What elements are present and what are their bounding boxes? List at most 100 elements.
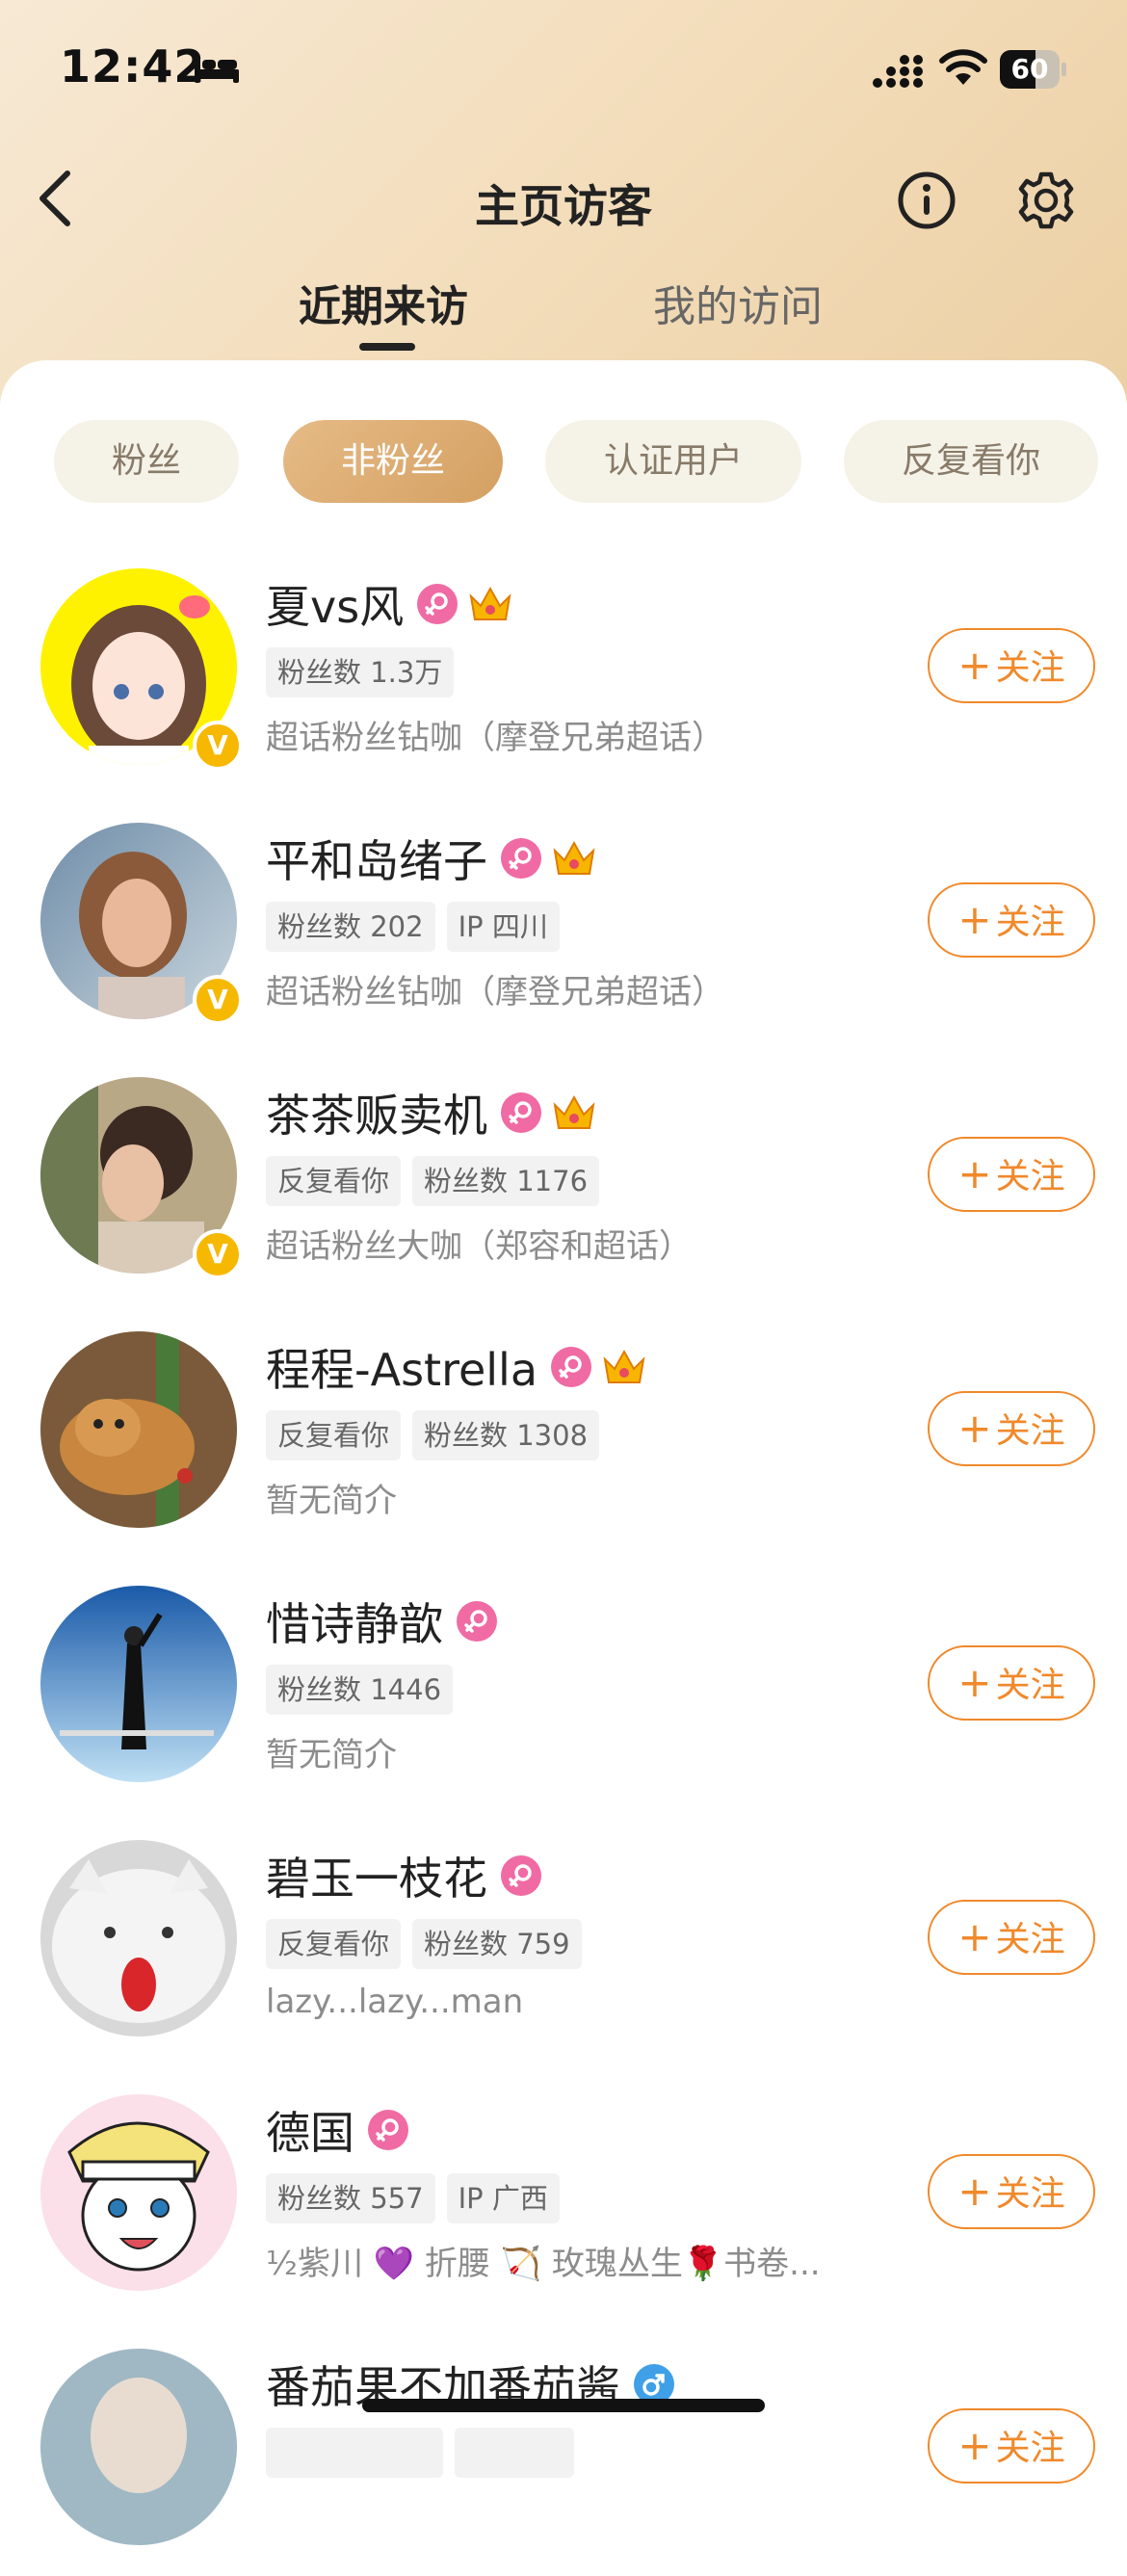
info-icon[interactable] bbox=[896, 170, 957, 231]
crown-icon bbox=[553, 1094, 595, 1129]
user-tag: 粉丝数 759 bbox=[412, 1919, 582, 1969]
name-row: 平和岛绪子 bbox=[266, 825, 597, 892]
female-icon bbox=[501, 1855, 541, 1896]
plus-icon: + bbox=[957, 1913, 992, 1960]
follow-button[interactable]: + 关注 bbox=[928, 2408, 1095, 2484]
tag-row: 反复看你 粉丝数 1176 bbox=[266, 1156, 611, 1206]
page-title: 主页访客 bbox=[475, 180, 652, 232]
list-item[interactable]: 碧玉一枝花 反复看你 粉丝数 759 lazy...lazy...man + 关注 bbox=[0, 1813, 1127, 2067]
female-icon bbox=[551, 1347, 592, 1387]
plus-icon: + bbox=[957, 1659, 992, 1706]
user-bio: 超话粉丝钻咖（摩登兄弟超话） bbox=[266, 719, 724, 757]
user-name[interactable]: 惜诗静歆 bbox=[266, 1590, 443, 1653]
avatar[interactable] bbox=[40, 1331, 237, 1528]
battery-icon: 60 bbox=[1000, 50, 1067, 89]
list-item[interactable]: 程程-Astrella 反复看你 粉丝数 1308 暂无简介 + 关注 bbox=[0, 1304, 1127, 1559]
user-bio: 暂无简介 bbox=[266, 1736, 397, 1774]
user-tag: 粉丝数 1.3万 bbox=[266, 647, 455, 697]
follow-button[interactable]: + 关注 bbox=[928, 1645, 1095, 1721]
verified-badge-icon: V bbox=[193, 1229, 243, 1279]
follow-button[interactable]: + 关注 bbox=[928, 1900, 1095, 1975]
status-time: 12:42 bbox=[60, 40, 206, 92]
crown-icon bbox=[603, 1349, 645, 1383]
tag-row: 反复看你 粉丝数 759 bbox=[266, 1919, 593, 1969]
name-row: 碧玉一枝花 bbox=[266, 1842, 541, 1909]
user-tag: 反复看你 bbox=[266, 1919, 402, 1969]
user-tag: 粉丝数 1308 bbox=[412, 1410, 600, 1460]
avatar[interactable] bbox=[40, 2094, 237, 2291]
filter-repeat-viewers[interactable]: 反复看你 bbox=[844, 420, 1098, 503]
follow-button[interactable]: + 关注 bbox=[928, 1137, 1095, 1212]
cellular-signal-icon bbox=[873, 55, 923, 88]
filter-verified-users[interactable]: 认证用户 bbox=[545, 420, 801, 503]
list-item[interactable]: V 夏vs风 粉丝数 1.3万 超话粉丝钻咖（摩登兄弟超话） + 关注 bbox=[0, 541, 1127, 796]
verified-badge-icon: V bbox=[193, 721, 243, 771]
tag-row: 粉丝数 1.3万 bbox=[266, 647, 465, 697]
filter-fans[interactable]: 粉丝 bbox=[54, 420, 239, 503]
tab-my-visits[interactable]: 我的访问 bbox=[653, 272, 823, 333]
name-row: 程程-Astrella bbox=[266, 1333, 647, 1401]
female-icon bbox=[501, 1092, 541, 1133]
user-tag bbox=[266, 2428, 443, 2478]
user-bio: 暂无简介 bbox=[266, 1482, 397, 1520]
tag-row: 粉丝数 557 IP 广西 bbox=[266, 2173, 571, 2223]
tag-row bbox=[266, 2428, 586, 2478]
home-indicator bbox=[362, 2399, 765, 2412]
user-tag: 粉丝数 202 bbox=[266, 902, 435, 952]
tag-row: 反复看你 粉丝数 1308 bbox=[266, 1410, 611, 1460]
filter-bar: 粉丝 非粉丝 认证用户 反复看你 bbox=[0, 420, 1127, 503]
gear-icon[interactable] bbox=[1015, 170, 1077, 231]
list-item[interactable]: 惜诗静歆 粉丝数 1446 暂无简介 + 关注 bbox=[0, 1559, 1127, 1813]
user-tag: 粉丝数 1446 bbox=[266, 1665, 454, 1715]
crown-icon bbox=[553, 840, 595, 875]
sleep-focus-icon bbox=[195, 56, 239, 83]
female-icon bbox=[501, 838, 541, 879]
tag-row: 粉丝数 1446 bbox=[266, 1665, 464, 1715]
user-name[interactable]: 夏vs风 bbox=[266, 572, 404, 636]
follow-button[interactable]: + 关注 bbox=[928, 882, 1095, 958]
battery-level: 60 bbox=[1010, 53, 1049, 85]
name-row: 夏vs风 bbox=[266, 570, 513, 638]
list-item[interactable]: 德国 粉丝数 557 IP 广西 ½紫川 💜 折腰 🏹 玫瑰丛生🌹书卷... +… bbox=[0, 2067, 1127, 2322]
tab-recent-visits[interactable]: 近期来访 bbox=[299, 272, 468, 333]
user-tag: IP 四川 bbox=[446, 902, 560, 952]
follow-button[interactable]: + 关注 bbox=[928, 1391, 1095, 1466]
user-tag: IP 广西 bbox=[446, 2173, 560, 2223]
list-item[interactable]: V 茶茶贩卖机 反复看你 粉丝数 1176 超话粉丝大咖（郑容和超话） + 关注 bbox=[0, 1050, 1127, 1304]
list-item[interactable]: V 平和岛绪子 粉丝数 202 IP 四川 超话粉丝钻咖（摩登兄弟超话） + 关注 bbox=[0, 796, 1127, 1050]
user-name[interactable]: 茶茶贩卖机 bbox=[266, 1081, 487, 1144]
user-name[interactable]: 德国 bbox=[266, 2098, 354, 2162]
tag-row: 粉丝数 202 IP 四川 bbox=[266, 902, 571, 952]
plus-icon: + bbox=[957, 2168, 992, 2215]
name-row: 茶茶贩卖机 bbox=[266, 1079, 597, 1146]
avatar[interactable] bbox=[40, 1586, 237, 1782]
user-bio: 超话粉丝钻咖（摩登兄弟超话） bbox=[266, 973, 724, 1012]
user-name[interactable]: 碧玉一枝花 bbox=[266, 1844, 487, 1907]
avatar[interactable] bbox=[40, 2349, 237, 2545]
user-bio: lazy...lazy...man bbox=[266, 1983, 524, 2021]
user-name[interactable]: 程程-Astrella bbox=[266, 1335, 537, 1399]
follow-button[interactable]: + 关注 bbox=[928, 2154, 1095, 2229]
plus-icon: + bbox=[957, 642, 992, 689]
plus-icon: + bbox=[957, 896, 992, 943]
user-bio: 超话粉丝大咖（郑容和超话） bbox=[266, 1227, 692, 1266]
list-item[interactable]: 番茄果不加番茄酱 + 关注 bbox=[0, 2322, 1127, 2576]
name-row: 德国 bbox=[266, 2096, 408, 2164]
female-icon bbox=[368, 2110, 408, 2150]
female-icon bbox=[457, 1601, 497, 1642]
follow-button[interactable]: + 关注 bbox=[928, 628, 1095, 703]
name-row: 惜诗静歆 bbox=[266, 1588, 497, 1655]
tab-active-indicator bbox=[359, 343, 415, 351]
wifi-icon bbox=[939, 49, 987, 85]
user-tag: 反复看你 bbox=[266, 1156, 402, 1206]
plus-icon: + bbox=[957, 2422, 992, 2469]
female-icon bbox=[417, 584, 459, 624]
status-bar: 12:42 60 bbox=[0, 0, 1127, 135]
crown-icon bbox=[469, 586, 511, 620]
user-bio: ½紫川 💜 折腰 🏹 玫瑰丛生🌹书卷... bbox=[266, 2245, 821, 2283]
avatar[interactable] bbox=[40, 1840, 237, 2037]
filter-non-fans[interactable]: 非粉丝 bbox=[283, 420, 503, 503]
user-tag: 反复看你 bbox=[266, 1410, 402, 1460]
user-name[interactable]: 平和岛绪子 bbox=[266, 827, 487, 890]
user-tag: 粉丝数 557 bbox=[266, 2173, 435, 2223]
